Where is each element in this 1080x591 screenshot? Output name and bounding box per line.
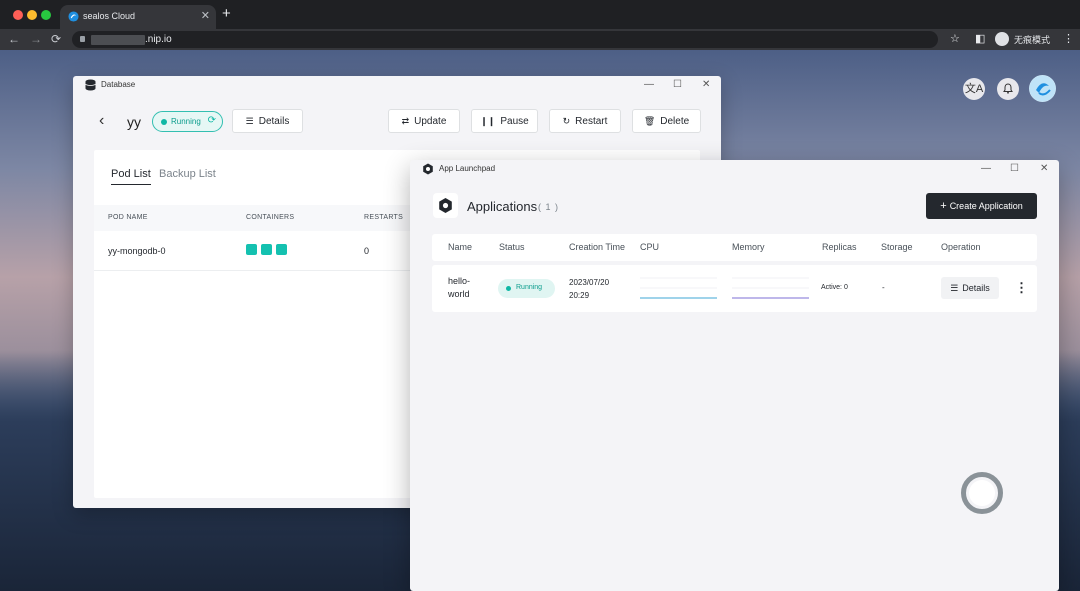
bookmark-star-icon[interactable]: ☆ [950,32,960,46]
container-indicator [261,244,272,255]
tab-close-icon[interactable]: ✕ [201,9,210,22]
restart-button[interactable]: ↻ Restart [549,109,621,133]
restart-label: Restart [575,116,608,127]
app-details-button[interactable]: ☰ Details [941,277,999,299]
app-details-label: Details [962,283,990,293]
details-icon: ☰ [245,116,254,126]
app-creation-time: 2023/07/20 20:29 [569,278,610,300]
close-window-button[interactable] [13,10,23,20]
close-icon[interactable]: ✕ [1040,162,1048,176]
restart-icon: ↻ [562,116,571,126]
app-launchpad-title: App Launchpad [439,164,496,173]
maximize-icon[interactable]: ☐ [673,78,682,92]
minimize-window-button[interactable] [27,10,37,20]
app-status-badge: Running [498,279,555,298]
column-storage: Storage [881,242,913,252]
applications-count: ( 1 ) [538,202,560,212]
pod-restarts-cell: 0 [364,246,370,256]
column-cpu: CPU [640,242,660,252]
forward-icon[interactable]: → [30,32,42,46]
applications-table-header: Name Status Creation Time CPU Memory Rep… [432,234,1037,261]
incognito-label[interactable]: 无痕模式 [1014,33,1050,46]
create-application-label: Create Application [949,201,1023,211]
tab-pod-list[interactable]: Pod List [111,168,151,185]
applications-heading: Applications [467,199,538,214]
loading-spinner-icon [961,472,1003,514]
details-icon: ☰ [950,283,959,293]
delete-label: Delete [660,116,690,127]
close-icon[interactable]: ✕ [702,78,710,92]
minimize-icon[interactable]: — [981,162,991,176]
zoom-window-button[interactable] [41,10,51,20]
status-dot [161,119,167,125]
plus-icon: + [940,200,947,212]
database-status-badge: Running ⟳ [152,111,223,132]
table-row[interactable]: hello-world Running 2023/07/20 20:29 Act… [432,265,1037,312]
app-launchpad-titlebar[interactable]: App Launchpad — ☐ ✕ [410,160,1059,179]
applications-logo-icon [433,193,458,218]
delete-button[interactable]: 🗑 Delete [632,109,701,133]
app-launchpad-window: App Launchpad — ☐ ✕ Applications ( 1 ) +… [410,160,1059,591]
browser-menu-icon[interactable]: ⋮ [1063,32,1074,46]
address-bar[interactable]: .nip.io [72,31,938,48]
back-chevron-icon[interactable]: ‹ [99,112,104,130]
new-tab-button[interactable]: + [222,6,231,21]
status-dot [506,286,511,291]
lock-icon [80,36,85,42]
maximize-icon[interactable]: ☐ [1010,162,1019,176]
update-button[interactable]: ⇄ Update [388,109,460,133]
incognito-icon[interactable] [995,32,1009,46]
app-launchpad-icon [423,163,433,175]
column-memory: Memory [732,242,765,252]
database-icon [85,79,96,91]
database-window-titlebar[interactable]: Database — ☐ ✕ [73,76,721,95]
tab-backup-list[interactable]: Backup List [159,168,216,180]
trash-icon: 🗑 [643,116,656,126]
column-pod-name: POD NAME [108,214,148,221]
create-application-button[interactable]: + Create Application [926,193,1037,219]
side-panel-icon[interactable]: ◧ [975,32,985,46]
details-button[interactable]: ☰ Details [232,109,303,133]
language-icon[interactable]: 文A [963,78,985,100]
sealos-favicon-icon [68,11,79,22]
more-options-icon[interactable]: ⋮ [1015,278,1028,298]
container-indicator [246,244,257,255]
update-icon: ⇄ [401,116,410,126]
browser-tabbar: sealos Cloud ✕ + [0,0,1080,29]
tab-title: sealos Cloud [83,11,136,21]
browser-toolbar: ← → ⟳ .nip.io ☆ ◧ 无痕模式 ⋮ [0,29,1080,50]
redacted-host [91,35,145,45]
database-name: yy [127,114,141,130]
database-window-title: Database [101,80,136,89]
column-creation-time: Creation Time [569,242,626,252]
column-restarts: RESTARTS [364,214,404,221]
column-operation: Operation [941,242,981,252]
pause-icon: ❙❙ [480,116,496,126]
back-icon[interactable]: ← [8,32,20,46]
browser-tab[interactable]: sealos Cloud ✕ [60,5,216,29]
cpu-usage-chart [640,277,717,299]
notification-bell-icon[interactable] [997,78,1019,100]
app-name-cell[interactable]: hello-world [448,275,488,301]
update-label: Update [414,116,447,127]
pod-name-cell: yy-mongodb-0 [108,246,166,256]
memory-usage-chart [732,277,809,299]
column-containers: CONTAINERS [246,214,295,221]
app-status-label: Running [516,284,543,291]
details-label: Details [258,116,290,127]
container-indicator [276,244,287,255]
pause-label: Pause [500,116,529,127]
user-avatar[interactable] [1029,75,1056,102]
pause-button[interactable]: ❙❙ Pause [471,109,538,133]
app-storage-cell: - [882,283,885,292]
column-status: Status [499,242,525,252]
column-name: Name [448,242,473,252]
column-replicas: Replicas [822,242,857,252]
url-text: .nip.io [145,34,172,45]
status-label: Running [171,117,201,126]
app-replicas-cell: Active: 0 [821,284,848,291]
reload-icon[interactable]: ⟳ [51,32,61,46]
status-spinner-icon: ⟳ [207,115,216,126]
minimize-icon[interactable]: — [644,78,654,92]
